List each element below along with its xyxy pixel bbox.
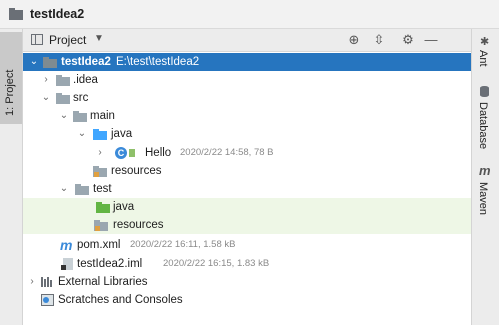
maven-file-icon: m xyxy=(60,237,73,253)
root-name: testIdea2 xyxy=(61,56,111,68)
database-tool-tab[interactable]: Database xyxy=(472,83,499,153)
file-meta: 2020/2/22 16:15, 1.83 kB xyxy=(163,258,270,269)
test-folder-icon xyxy=(96,202,110,213)
project-view-icon xyxy=(31,34,43,45)
hide-icon[interactable]: — xyxy=(421,30,441,50)
maven-icon: m xyxy=(479,163,491,178)
tree-row-java-test[interactable]: java xyxy=(23,198,471,216)
ant-tab-label: Ant xyxy=(477,50,489,67)
chevron-down-icon[interactable]: ⌄ xyxy=(29,53,39,71)
chevron-right-icon[interactable]: › xyxy=(41,71,51,89)
java-class-icon: C xyxy=(115,147,127,159)
tree-label: testIdea2.iml xyxy=(77,258,143,270)
right-tool-strip: ✱ Ant Database m Maven xyxy=(471,29,499,325)
tree-row-root[interactable]: ⌄ testIdea2 E:\test\testIdea2 xyxy=(23,53,471,71)
project-view-selector[interactable]: Project xyxy=(49,33,86,47)
tree-row-resources-main[interactable]: resources xyxy=(23,162,471,180)
lock-icon xyxy=(129,149,135,157)
tree-row-src[interactable]: ⌄ src xyxy=(23,89,471,107)
tree-row-hello[interactable]: › C Hello 2020/2/22 14:58, 78 B xyxy=(23,144,471,162)
project-panel-header: Project ▼ ⊕ ⇳ ⚙ — xyxy=(23,29,471,52)
folder-icon xyxy=(56,93,70,104)
folder-icon xyxy=(56,75,70,86)
tree-row-main[interactable]: ⌄ main xyxy=(23,107,471,125)
tree-label: src xyxy=(73,92,89,104)
file-meta: 2020/2/22 14:58, 78 B xyxy=(180,147,274,158)
title-bar: testIdea2 xyxy=(0,0,499,29)
left-tool-strip: 1: Project xyxy=(0,29,23,325)
folder-icon xyxy=(73,111,87,122)
file-meta: 2020/2/22 16:11, 1.58 kB xyxy=(130,239,236,250)
tree-row-idea[interactable]: › .idea xyxy=(23,71,471,89)
locate-icon[interactable]: ⊕ xyxy=(344,30,364,50)
chevron-down-icon[interactable]: ⌄ xyxy=(77,125,87,143)
tree-row-java-main[interactable]: ⌄ java xyxy=(23,125,471,143)
collapse-all-icon[interactable]: ⇳ xyxy=(369,30,389,50)
ant-tool-tab[interactable]: ✱ Ant xyxy=(472,33,499,73)
tree-row-test[interactable]: ⌄ test xyxy=(23,180,471,198)
tree-label: pom.xml xyxy=(77,239,121,251)
source-folder-icon xyxy=(93,129,107,140)
resources-badge-icon xyxy=(94,172,99,177)
tree-label: resources xyxy=(111,165,162,177)
tree-row-pom[interactable]: m pom.xml 2020/2/22 16:11, 1.58 kB xyxy=(23,236,471,254)
settings-icon[interactable]: ⚙ xyxy=(398,30,418,50)
database-icon xyxy=(480,86,489,97)
tree-label: main xyxy=(90,110,115,122)
tree-row-iml[interactable]: testIdea2.iml 2020/2/22 16:15, 1.83 kB xyxy=(23,255,471,273)
project-tool-tab-label: 1: Project xyxy=(4,69,16,116)
maven-tab-label: Maven xyxy=(477,182,489,216)
root-path: E:\test\testIdea2 xyxy=(116,56,200,68)
project-tool-tab[interactable]: 1: Project xyxy=(0,32,22,124)
chevron-down-icon[interactable]: ▼ xyxy=(94,33,104,44)
tree-label: java xyxy=(113,201,135,213)
chevron-down-icon[interactable]: ⌄ xyxy=(41,89,51,107)
tree-label: Hello xyxy=(145,147,172,159)
library-icon xyxy=(41,277,53,287)
database-tab-label: Database xyxy=(477,102,489,150)
chevron-down-icon[interactable]: ⌄ xyxy=(59,107,69,125)
module-folder-icon xyxy=(43,57,57,68)
chevron-down-icon[interactable]: ⌄ xyxy=(59,180,69,198)
tree-label: .idea xyxy=(73,74,98,86)
tree-row-scratches[interactable]: Scratches and Consoles xyxy=(23,291,471,309)
tree-row-resources-test[interactable]: resources xyxy=(23,216,471,234)
tree-label: java xyxy=(111,128,133,140)
tree-row-external-libraries[interactable]: › External Libraries xyxy=(23,273,471,291)
maven-tool-tab[interactable]: m Maven xyxy=(472,163,499,216)
tree-label: Scratches and Consoles xyxy=(58,294,183,306)
module-badge-icon xyxy=(61,265,66,270)
tree-label: resources xyxy=(113,219,164,231)
window-title: testIdea2 xyxy=(30,7,85,21)
folder-icon xyxy=(9,8,23,20)
chevron-right-icon[interactable]: › xyxy=(27,273,37,291)
folder-icon xyxy=(75,184,89,195)
resources-badge-icon xyxy=(95,226,100,231)
tree-label: External Libraries xyxy=(58,276,148,288)
tree-label: test xyxy=(93,183,112,195)
scratches-icon xyxy=(41,294,54,306)
chevron-right-icon[interactable]: › xyxy=(95,144,105,162)
ant-icon: ✱ xyxy=(480,36,490,48)
